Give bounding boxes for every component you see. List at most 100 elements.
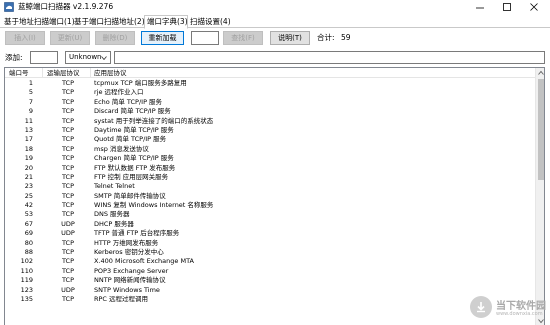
table-row[interactable]: 11 TCP systat 用于列举连接了的端口的系统状态 (5, 117, 535, 126)
port-cell: 102 (20, 257, 33, 266)
table-row[interactable]: 25 TCP SMTP 简单邮件传输协议 (5, 192, 535, 201)
transport-protocol-cell: TCP (61, 125, 75, 134)
application-protocol-cell: Echo 简单 TCP/IP 服务 (94, 97, 163, 106)
transport-protocol-cell: TCP (61, 163, 75, 172)
application-protocol-cell: WINS 复制 Windows Internet 名称服务 (94, 201, 214, 210)
table-row[interactable]: 19 TCP Chargen 简单 TCP/IP 服务 (5, 154, 535, 163)
table-row[interactable]: 42 TCP WINS 复制 Windows Internet 名称服务 (5, 201, 535, 210)
port-cell: 23 (24, 182, 33, 191)
table-row[interactable]: 53 TCP DNS 服务器 (5, 210, 535, 219)
table-row[interactable]: 23 TCP Telnet Telnet (5, 182, 535, 191)
transport-protocol-cell: TCP (61, 294, 75, 303)
port-number-input[interactable] (30, 51, 58, 64)
column-header-application[interactable]: 应用层协议 (91, 68, 535, 78)
application-protocol-cell: DNS 服务器 (94, 210, 130, 219)
tab-port-dictionary[interactable]: 端口字典(3) (144, 15, 188, 29)
minimize-button[interactable] (469, 0, 491, 14)
title-bar: 蓝鲸端口扫描器 v2.1.9.276 (0, 0, 550, 14)
application-protocol-cell: POP3 Exchange Server (94, 266, 169, 275)
transport-protocol-cell: TCP (61, 191, 75, 200)
column-header-port[interactable]: 端口号 (5, 68, 43, 78)
port-cell: 110 (20, 266, 33, 275)
application-protocol-cell: tcpmux TCP 端口服务多路复用 (94, 79, 187, 87)
protocol-select-value: Unknown (69, 53, 102, 61)
watermark-url: www.downxia.com (496, 311, 543, 317)
port-cell: 13 (24, 125, 33, 134)
protocol-select[interactable]: Unknown (65, 51, 111, 64)
close-button[interactable] (523, 0, 545, 14)
port-cell: 25 (24, 191, 33, 200)
table-row[interactable]: 88 TCP Kerberos 密钥分发中心 (5, 248, 535, 257)
table-row[interactable]: 135 TCP RPC 远程过程调用 (5, 295, 535, 304)
table-row[interactable]: 123 UDP SNTP Windows Time (5, 286, 535, 295)
port-cell: 123 (20, 285, 33, 294)
table-row[interactable]: 69 UDP TFTP 普通 FTP 后台程序服务 (5, 229, 535, 238)
transport-protocol-cell: TCP (61, 116, 75, 125)
table-row[interactable]: 18 TCP msp 消息发送协议 (5, 145, 535, 154)
vertical-scrollbar[interactable] (535, 68, 545, 325)
watermark-title: 当下软件园 (496, 301, 546, 312)
table-row[interactable]: 7 TCP Echo 简单 TCP/IP 服务 (5, 98, 535, 107)
port-cell: 53 (24, 210, 33, 219)
transport-protocol-cell: TCP (61, 201, 75, 210)
transport-protocol-cell: TCP (61, 248, 75, 257)
add-label: 添加: (5, 53, 23, 62)
tab-scan-settings[interactable]: 扫描设置(4) (190, 16, 231, 28)
table-row[interactable]: 21 TCP FTP 控制 应用层网关服务 (5, 173, 535, 182)
port-cell: 42 (24, 201, 33, 210)
scroll-up-arrow-icon[interactable] (537, 69, 545, 77)
add-entry-row: 添加: Unknown (0, 51, 550, 65)
port-cell: 69 (24, 229, 33, 238)
port-cell: 88 (24, 248, 33, 257)
port-cell: 67 (24, 219, 33, 228)
port-cell: 9 (28, 107, 33, 116)
transport-protocol-cell: TCP (61, 79, 75, 87)
table-row[interactable]: 13 TCP Daytime 简单 TCP/IP 服务 (5, 126, 535, 135)
table-row[interactable]: 80 TCP HTTP 万维网发布服务 (5, 239, 535, 248)
application-protocol-cell: Quotd 简单 TCP/IP 服务 (94, 135, 167, 144)
download-logo-icon (470, 296, 492, 318)
table-row[interactable]: 17 TCP Quotd 简单 TCP/IP 服务 (5, 135, 535, 144)
table-row[interactable]: 1 TCP tcpmux TCP 端口服务多路复用 (5, 79, 535, 88)
help-button[interactable]: 说明(T) (270, 31, 310, 45)
port-cell: 80 (24, 238, 33, 247)
transport-protocol-cell: TCP (61, 182, 75, 191)
toolbar: 插入(I) 更新(U) 删除(D) 重新加载 查找(F) 说明(T) 合计: 5… (0, 31, 550, 47)
tab-scan-by-port[interactable]: 基于端口扫描地址(2) (74, 16, 145, 28)
transport-protocol-cell: TCP (61, 266, 75, 275)
maximize-button[interactable] (496, 0, 518, 14)
delete-button[interactable]: 删除(D) (95, 31, 135, 45)
app-protocol-input[interactable] (114, 51, 545, 64)
application-protocol-cell: SMTP 简单邮件传输协议 (94, 191, 166, 200)
application-protocol-cell: RPC 远程过程调用 (94, 294, 149, 303)
table-row[interactable]: 102 TCP X.400 Microsoft Exchange MTA (5, 257, 535, 266)
total-count: 59 (341, 33, 351, 42)
port-cell: 1 (28, 79, 33, 87)
application-protocol-cell: Telnet Telnet (94, 182, 135, 191)
total-label: 合计: (317, 33, 335, 42)
reload-button[interactable]: 重新加载 (141, 31, 184, 45)
update-button[interactable]: 更新(U) (50, 31, 90, 45)
table-body: 1 TCP tcpmux TCP 端口服务多路复用 5 TCP rje 远程作业入口 7 TC… (5, 79, 535, 304)
table-row[interactable]: 110 TCP POP3 Exchange Server (5, 267, 535, 276)
transport-protocol-cell: TCP (61, 97, 75, 106)
table-row[interactable]: 67 UDP DHCP 服务器 (5, 220, 535, 229)
transport-protocol-cell: UDP (61, 219, 75, 228)
table-row[interactable]: 20 TCP FTP 默认数据 FTP 发布服务 (5, 164, 535, 173)
table-row[interactable]: 119 TCP NNTP 网络新闻传输协议 (5, 276, 535, 285)
chevron-down-icon (101, 56, 107, 60)
watermark: 当下软件园 www.downxia.com (470, 290, 550, 325)
search-input[interactable] (191, 31, 219, 45)
insert-button[interactable]: 插入(I) (5, 31, 45, 45)
table-row[interactable]: 5 TCP rje 远程作业入口 (5, 88, 535, 97)
application-protocol-cell: Discard 简单 TCP/IP 服务 (94, 107, 171, 116)
application-protocol-cell: DHCP 服务器 (94, 219, 134, 228)
column-header-transport[interactable]: 运输层协议 (43, 68, 91, 78)
tab-scan-by-address[interactable]: 基于地址扫描端口(1) (4, 16, 75, 28)
find-button[interactable]: 查找(F) (223, 31, 263, 45)
transport-protocol-cell: TCP (61, 107, 75, 116)
application-protocol-cell: FTP 控制 应用层网关服务 (94, 172, 169, 181)
application-protocol-cell: Chargen 简单 TCP/IP 服务 (94, 154, 174, 163)
scrollbar-thumb[interactable] (538, 79, 544, 180)
table-row[interactable]: 9 TCP Discard 简单 TCP/IP 服务 (5, 107, 535, 116)
